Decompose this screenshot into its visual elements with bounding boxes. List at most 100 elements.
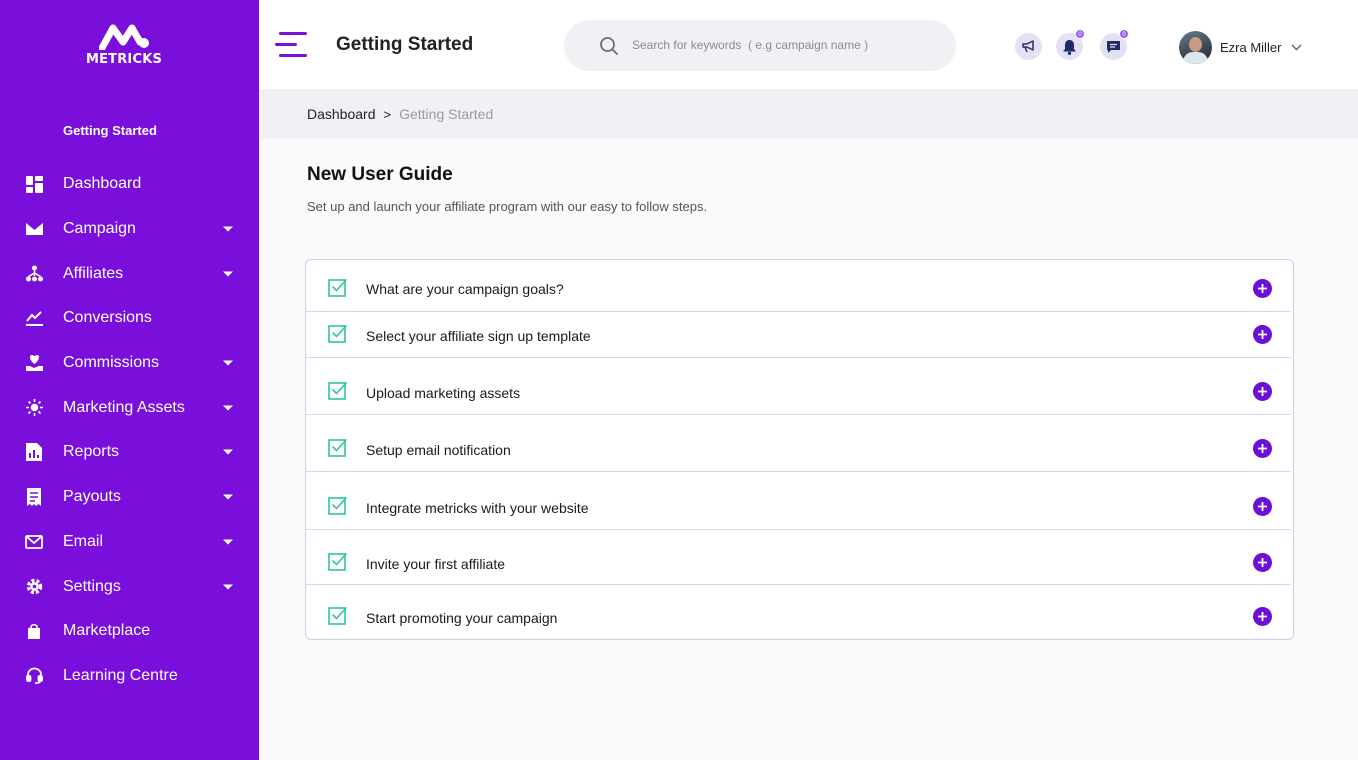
onboarding-steps-accordion: What are your campaign goals? Select you… <box>305 259 1294 640</box>
headset-icon <box>25 667 43 685</box>
marketing-assets-icon <box>25 399 43 417</box>
sidebar-section-label: Getting Started <box>63 123 157 138</box>
megaphone-icon <box>1021 40 1034 53</box>
sidebar-item-settings[interactable]: Settings <box>0 564 259 609</box>
campaign-icon <box>25 220 43 238</box>
search-icon[interactable] <box>599 36 619 56</box>
step-label: Start promoting your campaign <box>366 610 558 626</box>
step-label: Upload marketing assets <box>366 385 521 401</box>
brand-name: METRICKS <box>85 52 163 67</box>
sidebar-nav: Dashboard Campaign Affiliates Conversion… <box>0 162 259 698</box>
sidebar-item-conversions[interactable]: Conversions <box>0 296 259 341</box>
sidebar-item-marketplace[interactable]: Marketplace <box>0 609 259 654</box>
sidebar-item-label: Commissions <box>63 354 160 372</box>
expand-plus-icon[interactable] <box>1253 382 1272 401</box>
chevron-down-icon[interactable] <box>223 584 233 590</box>
step-row[interactable]: Setup email notification <box>306 415 1291 472</box>
sidebar-item-reports[interactable]: Reports <box>0 430 259 475</box>
metricks-logo-icon <box>99 24 149 50</box>
step-row[interactable]: Select your affiliate sign up template <box>306 312 1291 358</box>
brand-logo[interactable]: METRICKS <box>84 24 164 68</box>
reports-icon <box>25 443 43 462</box>
conversions-icon <box>25 309 43 327</box>
settings-icon <box>25 578 43 596</box>
announcements-button[interactable] <box>1015 33 1042 60</box>
guide-title: New User Guide <box>307 164 453 185</box>
step-label: Setup email notification <box>366 442 511 458</box>
chevron-down-icon[interactable] <box>223 226 233 232</box>
step-row[interactable]: Integrate metricks with your website <box>306 472 1291 530</box>
sidebar-item-label: Payouts <box>63 488 121 506</box>
sidebar-item-affiliates[interactable]: Affiliates <box>0 251 259 296</box>
sidebar-item-label: Conversions <box>63 309 152 327</box>
checkbox-checked-icon <box>328 439 347 457</box>
chevron-down-icon[interactable] <box>223 449 233 455</box>
breadcrumb-root-link[interactable]: Dashboard <box>307 106 376 122</box>
breadcrumb-current: Getting Started <box>399 106 494 122</box>
dashboard-icon <box>25 175 43 193</box>
notifications-button[interactable]: 0 <box>1056 29 1085 60</box>
checkbox-checked-icon <box>328 279 347 297</box>
sidebar-item-campaign[interactable]: Campaign <box>0 207 259 252</box>
sidebar-item-payouts[interactable]: Payouts <box>0 475 259 520</box>
chevron-down-icon[interactable] <box>223 271 233 277</box>
hamburger-menu-button[interactable] <box>275 32 307 58</box>
step-label: What are your campaign goals? <box>366 281 564 297</box>
step-label: Select your affiliate sign up template <box>366 328 591 344</box>
commissions-icon <box>25 354 43 372</box>
step-row[interactable]: Start promoting your campaign <box>306 585 1291 639</box>
chevron-down-icon[interactable] <box>223 494 233 500</box>
expand-plus-icon[interactable] <box>1253 497 1272 516</box>
step-label: Invite your first affiliate <box>366 556 506 572</box>
search-bar <box>564 20 956 71</box>
page-title: Getting Started <box>336 34 474 55</box>
guide-subtitle: Set up and launch your affiliate program… <box>307 199 708 214</box>
affiliates-icon <box>25 265 43 283</box>
checkbox-checked-icon <box>328 553 347 571</box>
breadcrumb: Dashboard > Getting Started <box>307 106 493 122</box>
checkbox-checked-icon <box>328 607 347 625</box>
sidebar-item-commissions[interactable]: Commissions <box>0 341 259 386</box>
sidebar-item-label: Campaign <box>63 220 136 238</box>
breadcrumb-separator: > <box>383 106 392 122</box>
sidebar-item-dashboard[interactable]: Dashboard <box>0 162 259 207</box>
expand-plus-icon[interactable] <box>1253 439 1272 458</box>
sidebar-item-email[interactable]: Email <box>0 520 259 565</box>
chevron-down-icon[interactable] <box>223 405 233 411</box>
sidebar-item-label: Marketing Assets <box>63 398 185 416</box>
messages-badge: 0 <box>1119 29 1129 39</box>
user-name: Ezra Miller <box>1220 39 1282 55</box>
breadcrumb-bar: Dashboard > Getting Started <box>259 89 1358 139</box>
chevron-down-icon <box>1291 43 1302 51</box>
main-content: Dashboard > Getting Started New User Gui… <box>259 89 1358 760</box>
chat-icon <box>1107 40 1120 53</box>
chevron-down-icon[interactable] <box>223 539 233 545</box>
sidebar-item-learning-centre[interactable]: Learning Centre <box>0 654 259 699</box>
checkbox-checked-icon <box>328 382 347 400</box>
sidebar-item-label: Affiliates <box>63 264 124 282</box>
sidebar-item-label: Reports <box>63 443 120 461</box>
sidebar: METRICKS Getting Started Dashboard Campa… <box>0 0 259 760</box>
checkbox-checked-icon <box>328 325 347 343</box>
step-row[interactable]: Invite your first affiliate <box>306 530 1291 585</box>
sidebar-item-label: Email <box>63 532 104 550</box>
search-input[interactable] <box>632 33 932 57</box>
messages-button[interactable]: 0 <box>1100 29 1129 60</box>
sidebar-item-label: Dashboard <box>63 175 142 193</box>
payouts-icon <box>25 488 43 507</box>
step-row[interactable]: What are your campaign goals? <box>306 260 1291 312</box>
bell-icon <box>1063 39 1076 55</box>
expand-plus-icon[interactable] <box>1253 553 1272 572</box>
step-row[interactable]: Upload marketing assets <box>306 358 1291 415</box>
top-header: Getting Started 0 0 Ezra Miller <box>259 0 1358 89</box>
marketplace-icon <box>25 622 43 640</box>
expand-plus-icon[interactable] <box>1253 607 1272 626</box>
user-menu[interactable]: Ezra Miller <box>1179 30 1302 64</box>
sidebar-item-marketing-assets[interactable]: Marketing Assets <box>0 385 259 430</box>
expand-plus-icon[interactable] <box>1253 279 1272 298</box>
chevron-down-icon[interactable] <box>223 360 233 366</box>
notifications-badge: 0 <box>1075 29 1085 39</box>
avatar <box>1179 30 1212 64</box>
sidebar-item-label: Marketplace <box>63 622 151 640</box>
expand-plus-icon[interactable] <box>1253 325 1272 344</box>
